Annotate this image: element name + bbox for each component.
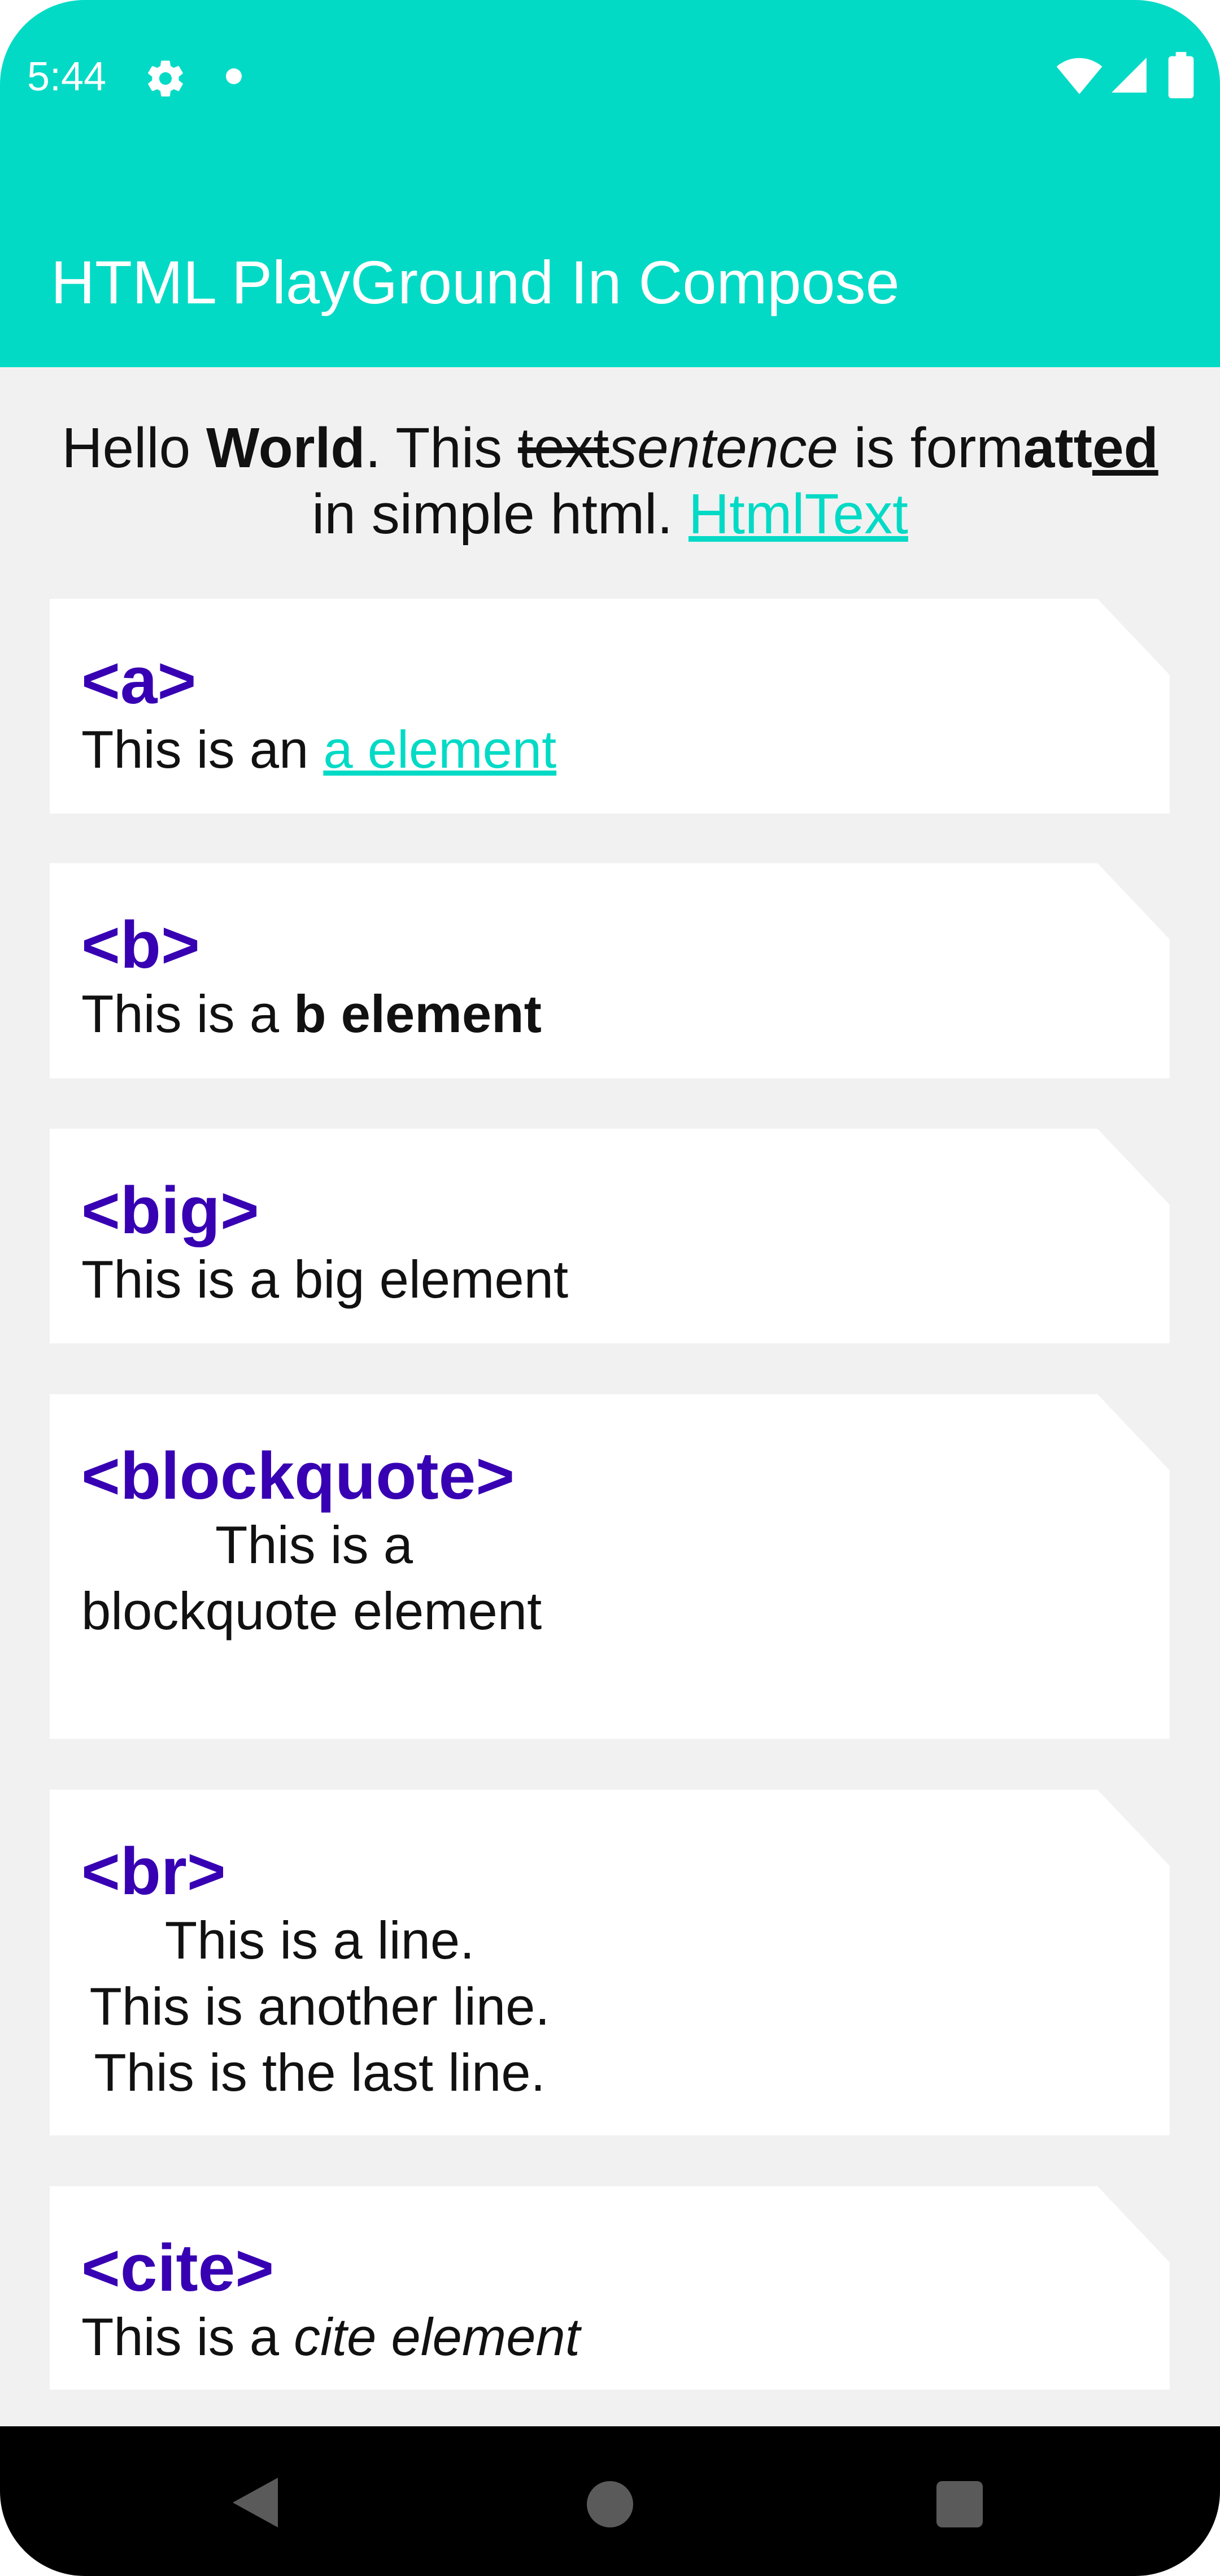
phone-screen: 5:44 HTML PlayGround In Compose Hello Wo… [0, 0, 1220, 2576]
card-body: This is a big element [81, 1250, 569, 1309]
card-cite: <cite> This is a cite element [50, 2186, 1170, 2390]
blockquote-line-2: blockquote element [81, 1581, 542, 1641]
intro-html-text: Hello World. This textsentence is format… [34, 415, 1186, 547]
home-icon[interactable] [587, 2481, 633, 2527]
bold-text: b element [294, 984, 542, 1043]
intro-simple-html: in simple html. [312, 482, 689, 546]
intro-bold-underline-ed: ed [1092, 416, 1158, 480]
app-title: HTML PlayGround In Compose [51, 248, 900, 316]
card-body-text: This is a [81, 2307, 294, 2366]
intro-strike-text: text [517, 416, 609, 480]
card-title: <cite> [81, 2231, 274, 2305]
intro-hello: Hello [62, 416, 206, 480]
navigation-bar [0, 2426, 1220, 2576]
signal-icon [1112, 58, 1147, 93]
card-big: <big> This is a big element [50, 1129, 1170, 1343]
card-title: <blockquote> [81, 1439, 515, 1513]
card-body: This is a b element [81, 981, 542, 1047]
status-time: 5:44 [27, 54, 107, 99]
card-body: This is a line. This is another line. Th… [78, 1907, 561, 2105]
a-element-link[interactable]: a element [323, 720, 556, 779]
card-title: <b> [81, 908, 200, 982]
card-body: This is a cite element [81, 2304, 580, 2370]
card-title: <a> [81, 643, 197, 718]
wifi-icon [1056, 58, 1103, 94]
intro-world: World [206, 416, 365, 480]
app-bar: HTML PlayGround In Compose [0, 153, 1220, 367]
card-br: <br> This is a line. This is another lin… [50, 1790, 1170, 2135]
battery-icon [1168, 52, 1194, 98]
card-b: <b> This is a b element [50, 863, 1170, 1078]
content-scroll-area[interactable]: Hello World. This textsentence is format… [0, 367, 1220, 2390]
italic-text: cite element [294, 2307, 580, 2366]
card-body-text: This is an [81, 720, 324, 779]
card-body-text: This is a [81, 984, 294, 1043]
intro-italic-sentence: sentence [609, 416, 838, 480]
card-body: This is an a element [81, 716, 556, 782]
br-line-3: This is the last line. [94, 2043, 546, 2102]
intro-this: . This [365, 416, 518, 480]
back-icon[interactable] [233, 2477, 278, 2528]
recents-icon[interactable] [936, 2481, 983, 2527]
card-a: <a> This is an a element [50, 599, 1170, 813]
card-title: <br> [81, 1834, 226, 1909]
card-blockquote: <blockquote> This is a blockquote elemen… [50, 1394, 1170, 1739]
notification-dot-icon [226, 68, 242, 84]
status-bar: 5:44 [0, 0, 1220, 153]
gear-icon [148, 60, 183, 97]
card-title: <big> [81, 1173, 259, 1248]
card-body: This is a blockquote element [81, 1512, 542, 1644]
br-line-1: This is a line. [164, 1911, 475, 1970]
htmltext-link[interactable]: HtmlText [689, 482, 908, 546]
blockquote-line-1: This is a [215, 1515, 413, 1574]
intro-is-form: is form [838, 416, 1023, 480]
intro-bold-att: att [1023, 416, 1092, 480]
br-line-2: This is another line. [89, 1977, 550, 2036]
